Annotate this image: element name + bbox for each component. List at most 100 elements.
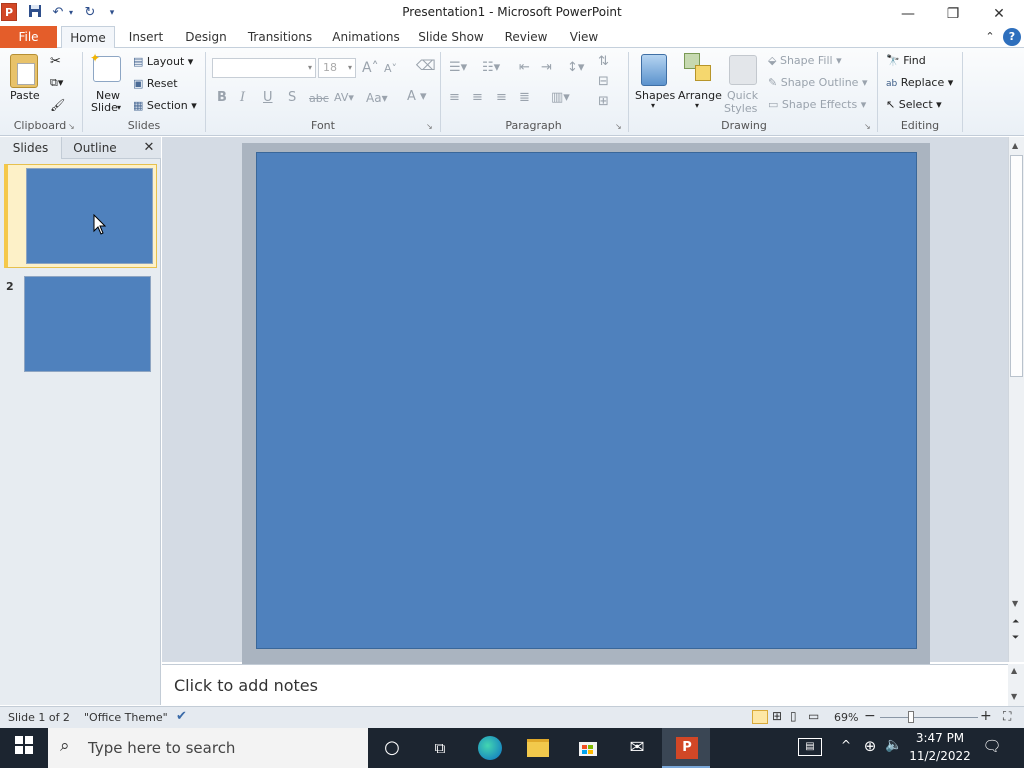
slideshow-view-icon[interactable]: ▭	[808, 709, 819, 723]
tab-animations[interactable]: Animations	[328, 26, 404, 49]
task-view-icon[interactable]: ⧉	[428, 736, 452, 760]
reading-view-icon[interactable]: ▯	[790, 709, 797, 723]
shapes-dropdown-icon[interactable]: ▾	[651, 101, 655, 110]
zoom-slider-track[interactable]	[880, 717, 978, 718]
change-case-button[interactable]: Aa▾	[366, 91, 388, 105]
tab-slide-show[interactable]: Slide Show	[416, 26, 486, 49]
news-widget-icon[interactable]: ▤	[798, 738, 822, 756]
tab-slides[interactable]: Slides	[0, 137, 62, 159]
tab-view[interactable]: View	[563, 26, 605, 49]
scroll-down-icon[interactable]: ▼	[1012, 599, 1018, 608]
clock-date[interactable]: 11/2/2022	[908, 749, 972, 763]
notes-scrollbar[interactable]: ▲ ▼	[1008, 664, 1024, 706]
close-panel-icon[interactable]: ✕	[140, 137, 158, 159]
notes-pane[interactable]: Click to add notes	[162, 664, 1008, 706]
shrink-font-icon[interactable]: A˅	[384, 62, 397, 75]
quick-styles-label-1[interactable]: Quick	[727, 89, 758, 102]
columns-icon[interactable]: ▥▾	[551, 90, 570, 105]
tab-home[interactable]: Home	[61, 26, 115, 49]
shape-fill-button[interactable]: ⬙ Shape Fill ▾	[768, 54, 842, 67]
scroll-thumb[interactable]	[1010, 155, 1023, 377]
fit-slide-icon[interactable]: ⛶	[1003, 709, 1011, 724]
replace-button[interactable]: ab Replace ▾	[886, 76, 953, 89]
find-button[interactable]: 🔭 Find	[886, 54, 926, 67]
paste-icon[interactable]	[10, 54, 38, 88]
spell-check-icon[interactable]: ✔	[176, 709, 187, 724]
zoom-in-button[interactable]: +	[980, 708, 992, 724]
select-button[interactable]: ↖ Select ▾	[886, 98, 942, 111]
clock-time[interactable]: 3:47 PM	[908, 731, 972, 745]
arrange-dropdown-icon[interactable]: ▾	[695, 101, 699, 110]
text-direction-icon[interactable]: ⇅	[598, 54, 609, 69]
character-spacing-button[interactable]: AV▾	[334, 91, 354, 104]
clear-formatting-icon[interactable]: ⌫	[416, 58, 436, 74]
new-slide-dropdown-icon[interactable]: ▾	[117, 103, 121, 112]
font-color-button[interactable]: A ▾	[407, 89, 427, 104]
slide-canvas[interactable]	[256, 152, 917, 649]
tab-design[interactable]: Design	[180, 26, 232, 49]
quick-styles-icon[interactable]	[729, 55, 757, 85]
scroll-up-icon[interactable]: ▲	[1012, 141, 1018, 150]
volume-muted-icon[interactable]: 🔈	[884, 737, 904, 753]
minimize-ribbon-icon[interactable]: ⌃	[982, 26, 998, 49]
arrange-icon[interactable]	[684, 53, 712, 85]
cut-icon[interactable]: ✂	[50, 54, 61, 69]
text-shadow-button[interactable]: S	[288, 90, 296, 105]
normal-view-icon[interactable]	[752, 710, 768, 724]
tab-transitions[interactable]: Transitions	[244, 26, 316, 49]
smartart-icon[interactable]: ⊞	[598, 94, 609, 109]
scroll-down-icon[interactable]: ▼	[1011, 692, 1017, 701]
close-button[interactable]: ✕	[976, 0, 1022, 28]
copy-icon[interactable]: ⧉▾	[50, 76, 63, 90]
vertical-scrollbar[interactable]: ▲ ▼ ⏶ ⏷	[1008, 137, 1024, 662]
new-slide-icon[interactable]: ✦	[90, 51, 121, 82]
section-button[interactable]: ▦ Section ▾	[133, 99, 197, 112]
drawing-launcher-icon[interactable]: ↘	[864, 122, 871, 131]
arrange-button[interactable]: Arrange	[678, 89, 722, 102]
align-right-icon[interactable]: ≡	[496, 90, 507, 105]
slide-thumbnail-2[interactable]	[4, 273, 157, 377]
quick-styles-label-2[interactable]: Styles	[724, 102, 757, 115]
justify-icon[interactable]: ≣	[519, 90, 530, 105]
zoom-level[interactable]: 69%	[834, 711, 858, 724]
tab-insert[interactable]: Insert	[124, 26, 168, 49]
font-size-field[interactable]: 18 ▾	[318, 58, 356, 78]
notifications-icon[interactable]: 🗨	[982, 737, 1002, 755]
clipboard-launcher-icon[interactable]: ↘	[68, 122, 75, 131]
store-icon[interactable]	[576, 736, 600, 760]
layout-button[interactable]: ▤ Layout ▾	[133, 55, 193, 68]
show-hidden-icons-icon[interactable]: ^	[838, 738, 854, 752]
taskbar-search-box[interactable]: ⌕ Type here to search	[48, 728, 368, 768]
previous-slide-icon[interactable]: ⏶	[1012, 617, 1019, 627]
font-launcher-icon[interactable]: ↘	[426, 122, 433, 131]
bold-button[interactable]: B	[217, 90, 227, 105]
reset-button[interactable]: ▣ Reset	[133, 77, 178, 90]
minimize-button[interactable]: —	[885, 0, 931, 28]
mail-icon[interactable]: ✉	[625, 736, 649, 760]
scroll-up-icon[interactable]: ▲	[1011, 666, 1017, 675]
grow-font-icon[interactable]: A˄	[362, 60, 379, 76]
shape-effects-button[interactable]: ▭ Shape Effects ▾	[768, 98, 866, 111]
new-slide-label-2[interactable]: Slide	[91, 101, 118, 114]
paragraph-launcher-icon[interactable]: ↘	[615, 122, 622, 131]
align-text-icon[interactable]: ⊟	[598, 74, 609, 89]
restore-button[interactable]: ❐	[930, 0, 976, 28]
strikethrough-button[interactable]: abc	[309, 92, 329, 105]
numbering-icon[interactable]: ☷▾	[482, 60, 500, 75]
bullets-icon[interactable]: ☰▾	[449, 60, 467, 75]
file-explorer-icon[interactable]	[527, 739, 549, 757]
tab-outline[interactable]: Outline	[64, 137, 126, 159]
font-name-field[interactable]: ▾	[212, 58, 316, 78]
line-spacing-icon[interactable]: ↕▾	[567, 60, 584, 75]
align-left-icon[interactable]: ≡	[449, 90, 460, 105]
tab-file[interactable]: File	[0, 26, 57, 48]
slide-thumbnail-1[interactable]	[4, 164, 157, 268]
zoom-slider-thumb[interactable]	[908, 711, 914, 723]
underline-button[interactable]: U	[263, 90, 273, 105]
cortana-icon[interactable]: ○	[380, 736, 404, 760]
powerpoint-taskbar-button[interactable]: P	[662, 728, 710, 768]
windows-start-icon[interactable]	[12, 736, 36, 760]
increase-indent-icon[interactable]: ⇥	[541, 60, 552, 75]
help-icon[interactable]: ?	[1003, 28, 1021, 46]
italic-button[interactable]: I	[240, 90, 245, 105]
